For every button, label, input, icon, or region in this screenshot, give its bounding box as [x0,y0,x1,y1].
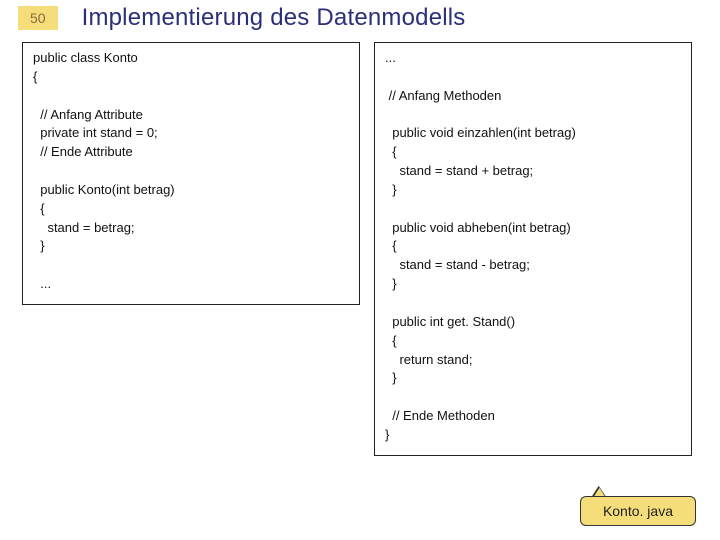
slide-header: 50 Implementierung des Datenmodells [0,0,720,38]
code-box-right: ... // Anfang Methoden public void einza… [374,42,692,456]
code-boxes-row: public class Konto { // Anfang Attribute… [0,38,720,456]
page-number: 50 [18,6,58,30]
slide-title: Implementierung des Datenmodells [82,4,466,32]
filename-callout: Konto. java [580,496,696,526]
code-box-left: public class Konto { // Anfang Attribute… [22,42,360,305]
